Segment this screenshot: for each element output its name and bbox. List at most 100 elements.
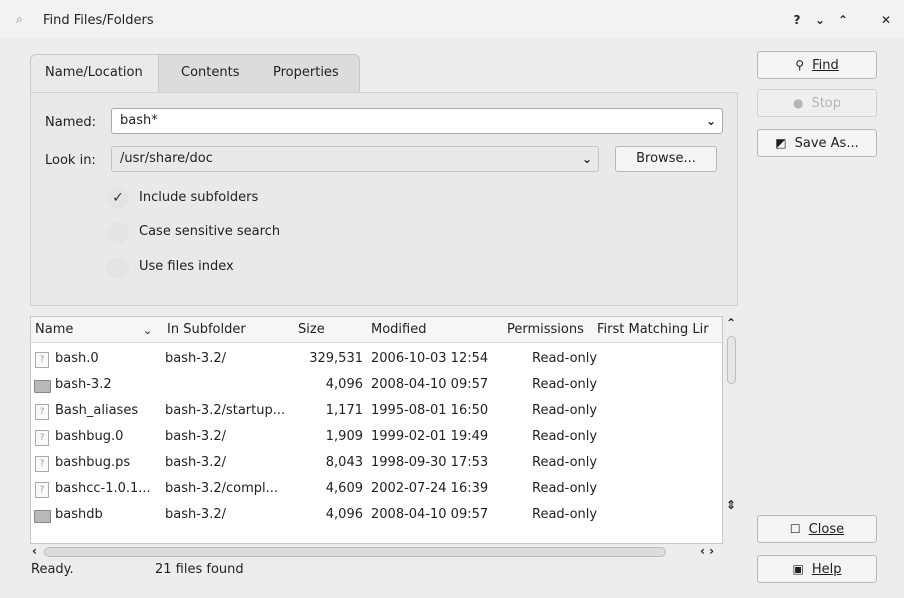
row-permissions: Read-only [532, 481, 598, 496]
save-as-label: Save As... [794, 136, 859, 151]
row-name: bash-3.2 [55, 377, 112, 392]
row-modified: 2002-07-24 16:39 [371, 481, 489, 496]
table-row[interactable]: ? bashbug.0 bash-3.2/ 1,909 1999-02-01 1… [31, 425, 722, 451]
name-location-panel: Named: bash* ⌄ Look in: /usr/share/doc ⌄… [30, 92, 738, 306]
tab-contents[interactable]: Contents [167, 55, 255, 93]
table-row[interactable]: bash-3.2 4,096 2008-04-10 09:57 Read-onl… [31, 373, 722, 399]
row-name: bashdb [55, 507, 103, 522]
file-icon: ? [35, 456, 49, 472]
col-size[interactable]: Size [298, 322, 325, 337]
col-first-match[interactable]: First Matching Lir [597, 322, 722, 337]
file-icon: ? [35, 430, 49, 446]
close-label: Close [808, 522, 845, 537]
file-icon: ? [35, 482, 49, 498]
help-button[interactable]: ▣ Help [757, 555, 877, 583]
table-row[interactable]: ? Bash_aliases bash-3.2/startup... 1,171… [31, 399, 722, 425]
find-button[interactable]: ⚲ Find [757, 51, 877, 79]
named-label: Named: [45, 115, 96, 130]
sort-chevron-icon[interactable]: ⌄ [143, 324, 152, 337]
row-permissions: Read-only [532, 377, 598, 392]
minimize-icon[interactable]: ⌄ [812, 12, 828, 28]
vertical-scrollbar[interactable]: ⌃ ⇕ [723, 316, 741, 544]
file-icon: ? [35, 352, 49, 368]
tab-properties[interactable]: Properties [259, 55, 359, 93]
table-row[interactable]: ? bashcc-1.0.1... bash-3.2/compl... 4,60… [31, 477, 722, 503]
tab-bar: Name/Location Contents Properties [30, 54, 360, 93]
title-bar: ⌕ Find Files/Folders ? ⌄ ⌃ ✕ [0, 0, 904, 38]
named-input[interactable]: bash* ⌄ [111, 108, 723, 134]
scroll-left-icon[interactable]: ‹ [32, 544, 37, 558]
horizontal-scroll-thumb[interactable] [44, 547, 666, 557]
help-book-icon: ▣ [792, 562, 804, 576]
binoculars-icon: ⚲ [795, 58, 805, 72]
col-subfolder[interactable]: In Subfolder [167, 322, 246, 337]
table-header: Name ⌄ In Subfolder Size Modified Permis… [31, 317, 722, 343]
row-name: bashcc-1.0.1... [55, 481, 151, 496]
row-name: bashbug.0 [55, 429, 124, 444]
row-subfolder: bash-3.2/compl... [165, 481, 279, 496]
use-files-index-checkbox[interactable] [107, 257, 129, 279]
table-row[interactable]: bashdb bash-3.2/ 4,096 2008-04-10 09:57 … [31, 503, 722, 529]
scroll-up-icon[interactable]: ⌃ [726, 316, 736, 330]
col-name[interactable]: Name [35, 322, 73, 337]
row-name: bash.0 [55, 351, 99, 366]
results-table[interactable]: Name ⌄ In Subfolder Size Modified Permis… [30, 316, 723, 544]
row-name: bashbug.ps [55, 455, 131, 470]
find-label: Find [812, 58, 839, 73]
row-modified: 2006-10-03 12:54 [371, 351, 489, 366]
help-label: Help [811, 562, 842, 577]
row-permissions: Read-only [532, 403, 598, 418]
row-modified: 1998-09-30 17:53 [371, 455, 489, 470]
lookin-value: /usr/share/doc [120, 151, 213, 166]
row-subfolder: bash-3.2/ [165, 429, 226, 444]
include-subfolders-checkbox[interactable]: ✓ [107, 187, 129, 209]
row-subfolder: bash-3.2/ [165, 507, 226, 522]
lookin-label: Look in: [45, 153, 96, 168]
row-size: 1,171 [325, 403, 363, 418]
row-size: 1,909 [325, 429, 363, 444]
row-size: 329,531 [309, 351, 363, 366]
lookin-input[interactable]: /usr/share/doc ⌄ [111, 146, 599, 172]
row-permissions: Read-only [532, 507, 598, 522]
col-permissions[interactable]: Permissions [507, 322, 584, 337]
find-app-icon: ⌕ [16, 12, 23, 26]
col-modified[interactable]: Modified [371, 322, 426, 337]
table-row[interactable]: ? bash.0 bash-3.2/ 329,531 2006-10-03 12… [31, 347, 722, 373]
use-files-index-label: Use files index [139, 259, 234, 274]
horizontal-scrollbar[interactable]: ‹ ‹ › [30, 544, 723, 560]
row-subfolder: bash-3.2/ [165, 351, 226, 366]
row-modified: 1999-02-01 19:49 [371, 429, 489, 444]
browse-button[interactable]: Browse... [615, 146, 717, 172]
row-permissions: Read-only [532, 351, 598, 366]
files-found-count: 21 files found [155, 562, 244, 577]
row-name: Bash_aliases [55, 403, 139, 418]
row-subfolder: bash-3.2/startup... [165, 403, 286, 418]
save-as-button[interactable]: ◩ Save As... [757, 129, 877, 157]
chevron-down-icon[interactable]: ⌄ [706, 109, 716, 133]
scroll-up-down-icon[interactable]: ⇕ [726, 498, 736, 512]
table-row[interactable]: ? bashbug.ps bash-3.2/ 8,043 1998-09-30 … [31, 451, 722, 477]
file-icon: ? [35, 404, 49, 420]
row-subfolder: bash-3.2/ [165, 455, 226, 470]
scroll-left-right-icon[interactable]: ‹ › [700, 544, 714, 558]
status-text: Ready. [31, 562, 74, 577]
row-permissions: Read-only [532, 429, 598, 444]
folder-icon [34, 510, 51, 523]
chevron-down-icon[interactable]: ⌄ [582, 147, 592, 171]
row-modified: 2008-04-10 09:57 [371, 377, 489, 392]
stop-button: ● Stop [757, 89, 877, 117]
maximize-icon[interactable]: ⌃ [835, 12, 851, 28]
case-sensitive-label: Case sensitive search [139, 224, 281, 239]
help-icon[interactable]: ? [789, 12, 805, 28]
close-icon[interactable]: ✕ [878, 12, 894, 28]
stop-icon: ● [792, 96, 804, 110]
include-subfolders-label: Include subfolders [139, 190, 259, 205]
case-sensitive-checkbox[interactable] [107, 222, 129, 244]
close-button[interactable]: ☐ Close [757, 515, 877, 543]
vertical-scroll-thumb[interactable] [727, 336, 736, 384]
close-box-icon: ☐ [789, 522, 801, 536]
tab-name-location[interactable]: Name/Location [31, 55, 159, 93]
row-size: 4,609 [325, 481, 363, 496]
named-value: bash* [120, 113, 158, 128]
stop-label: Stop [811, 96, 842, 111]
